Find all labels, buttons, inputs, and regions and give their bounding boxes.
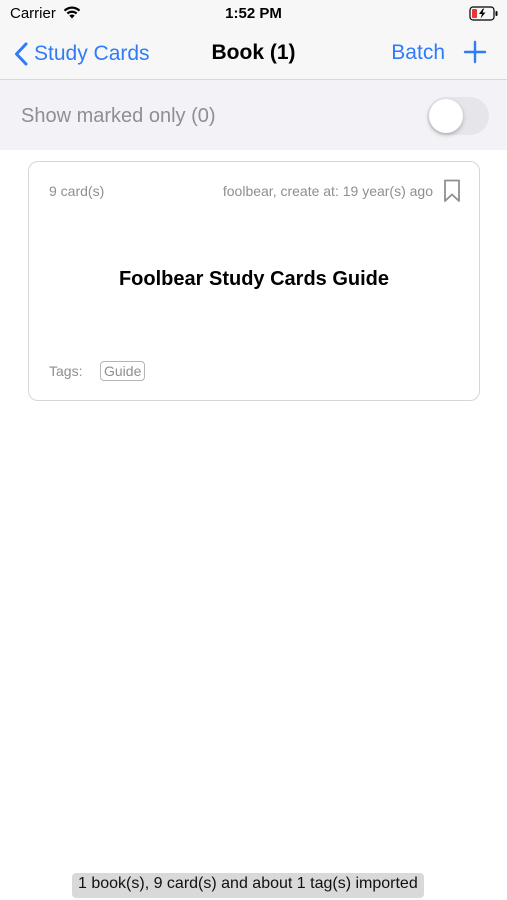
book-title: Foolbear Study Cards Guide — [118, 268, 390, 290]
book-card[interactable]: 9 card(s) foolbear, create at: 19 year(s… — [28, 161, 480, 401]
back-button-label: Study Cards — [34, 42, 150, 65]
status-time: 1:52 PM — [225, 5, 282, 22]
batch-button[interactable]: Batch — [391, 41, 445, 65]
show-marked-toggle[interactable] — [427, 97, 489, 135]
back-button[interactable]: Study Cards — [14, 38, 150, 70]
tag-chip[interactable]: Guide — [100, 361, 146, 381]
tags-label: Tags: — [49, 363, 83, 379]
navigation-bar: Study Cards Book (1) Batch — [0, 28, 507, 80]
card-count: 9 card(s) — [49, 183, 105, 199]
book-meta: foolbear, create at: 19 year(s) ago — [222, 183, 433, 199]
toggle-knob — [429, 99, 463, 133]
plus-icon[interactable] — [463, 40, 487, 64]
marked-filter-label: Show marked only (0) — [21, 105, 216, 127]
status-bar: Carrier 1:52 PM — [0, 0, 507, 28]
marked-filter-row: Show marked only (0) — [0, 80, 507, 150]
chevron-left-icon — [15, 42, 28, 66]
screen: Carrier 1:52 PM Study Cards Book (1) Bat… — [0, 0, 507, 900]
import-toast: 1 book(s), 9 card(s) and about 1 tag(s) … — [72, 873, 424, 898]
bookmark-icon[interactable] — [443, 179, 461, 203]
battery-charging-icon — [469, 6, 498, 21]
